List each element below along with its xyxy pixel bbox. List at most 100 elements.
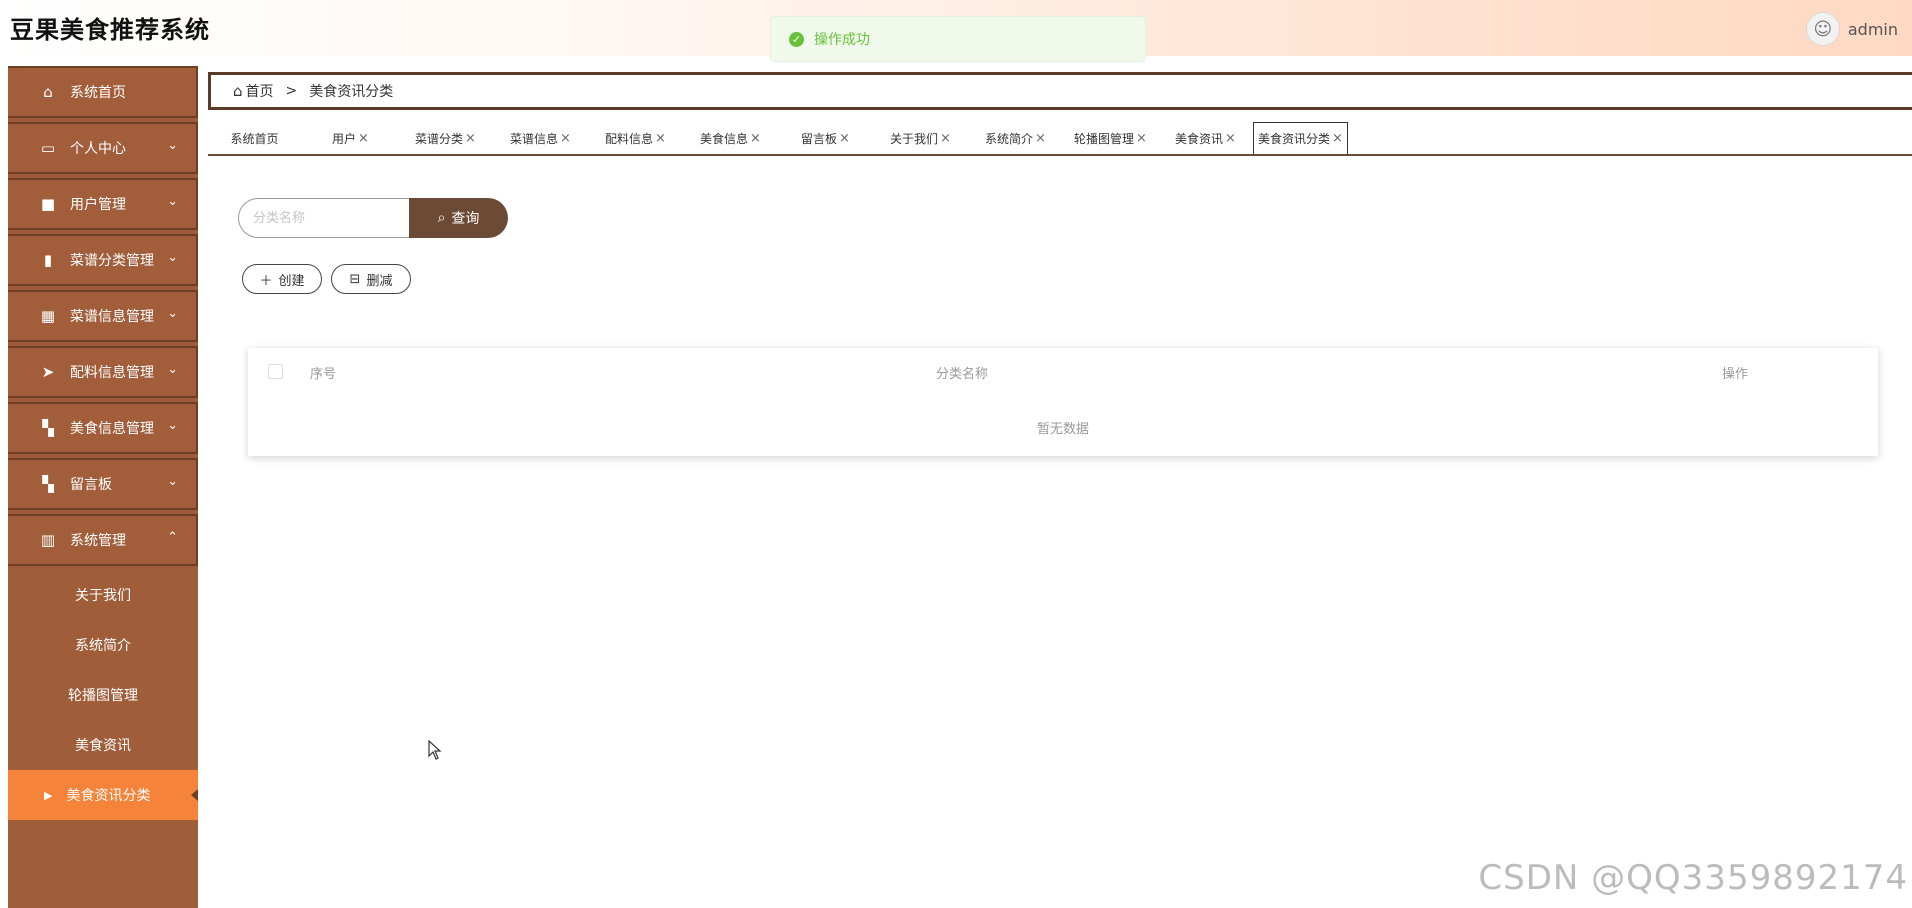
home-icon[interactable]: ⌂: [233, 82, 243, 100]
close-icon[interactable]: ×: [1035, 131, 1046, 146]
plus-icon: ＋: [259, 273, 273, 289]
sidebar-item-user-management[interactable]: ■ 用户管理 ⌄: [8, 178, 198, 230]
tab-carousel[interactable]: 轮播图管理 ×: [1063, 122, 1158, 154]
breadcrumb-current: 美食资讯分类: [309, 84, 394, 100]
search-button-label: 查询: [451, 211, 480, 227]
close-icon[interactable]: ×: [465, 131, 476, 146]
send-icon: ➤: [41, 363, 55, 381]
sidebar-item-message-board[interactable]: ▚ 留言板 ⌄: [8, 458, 198, 510]
close-icon[interactable]: ×: [1136, 131, 1147, 146]
sidebar-item-home[interactable]: ⌂ 系统首页: [8, 66, 198, 118]
sidebar-subitem-food-news-category[interactable]: ▶ 美食资讯分类: [8, 770, 198, 820]
column-header-index: 序号: [310, 367, 337, 382]
sidebar-subitem-label: 美食资讯分类: [66, 788, 151, 804]
tab-label: 用户: [332, 131, 357, 146]
chevron-up-icon: ⌃: [167, 530, 178, 545]
close-icon[interactable]: ×: [1225, 131, 1236, 146]
tab-label: 菜谱信息: [510, 131, 559, 146]
close-icon[interactable]: ×: [1332, 131, 1343, 146]
table-icon: ▦: [40, 307, 56, 325]
tab-system-home[interactable]: 系统首页: [208, 122, 303, 154]
close-icon[interactable]: ×: [750, 131, 761, 146]
sidebar-item-recipe-category[interactable]: ▮ 菜谱分类管理 ⌄: [8, 234, 198, 286]
tab-food-news[interactable]: 美食资讯 ×: [1158, 122, 1253, 154]
tab-food-news-category[interactable]: 美食资讯分类 ×: [1253, 122, 1348, 154]
chevron-down-icon: ⌄: [167, 138, 178, 153]
create-button[interactable]: ＋ 创建: [242, 264, 322, 294]
sidebar-subitem-system-intro[interactable]: 系统简介: [8, 620, 198, 670]
watermark: CSDN @QQ3359892174: [1478, 858, 1908, 898]
sidebar-item-label: 配料信息管理: [70, 365, 154, 381]
sidebar-item-recipe-info[interactable]: ▦ 菜谱信息管理 ⌄: [8, 290, 198, 342]
table-empty-text: 暂无数据: [1036, 422, 1089, 437]
tab-recipe-info[interactable]: 菜谱信息 ×: [493, 122, 588, 154]
briefcase-icon: ■: [40, 195, 56, 213]
tab-user[interactable]: 用户 ×: [303, 122, 398, 154]
delete-button[interactable]: ⊟ 删减: [331, 264, 411, 294]
close-icon[interactable]: ×: [940, 131, 951, 146]
create-button-label: 创建: [278, 273, 305, 289]
sidebar-item-personal-center[interactable]: ▭ 个人中心 ⌄: [8, 122, 198, 174]
username[interactable]: admin: [1848, 20, 1898, 39]
clipboard-icon: ▮: [43, 251, 53, 269]
sidebar-item-label: 菜谱分类管理: [70, 253, 154, 269]
category-name-search-input[interactable]: [238, 198, 409, 238]
sidebar-item-label: 美食信息管理: [70, 421, 154, 437]
caret-right-icon: ▶: [44, 788, 53, 802]
active-indicator: [191, 789, 198, 801]
sidebar-item-label: 系统首页: [70, 85, 126, 101]
tab-label: 美食资讯: [1175, 131, 1224, 146]
toast-message: 操作成功: [814, 32, 870, 48]
close-icon[interactable]: ×: [560, 131, 571, 146]
chevron-down-icon: ⌄: [167, 474, 178, 489]
close-icon[interactable]: ×: [655, 131, 666, 146]
search-icon: ⌕: [437, 210, 446, 226]
tab-label: 关于我们: [890, 131, 939, 146]
search-button[interactable]: ⌕ 查询: [409, 198, 508, 238]
sidebar-item-label: 菜谱信息管理: [70, 309, 154, 325]
tab-label: 留言板: [801, 131, 838, 146]
chevron-down-icon: ⌄: [167, 194, 178, 209]
app-title: 豆果美食推荐系统: [10, 16, 210, 44]
tab-recipe-category[interactable]: 菜谱分类 ×: [398, 122, 493, 154]
check-circle-icon: ✓: [789, 31, 804, 47]
tab-message-board[interactable]: 留言板 ×: [778, 122, 873, 154]
column-header-category-name: 分类名称: [936, 367, 989, 382]
home-icon: ⌂: [43, 83, 53, 101]
sidebar-item-label: 系统管理: [70, 533, 126, 549]
sidebar-item-ingredient-info[interactable]: ➤ 配料信息管理 ⌄: [8, 346, 198, 398]
column-header-action: 操作: [1721, 367, 1748, 382]
sidebar-subitem-food-news[interactable]: 美食资讯: [8, 720, 198, 770]
user-menu[interactable]: ☺ admin: [1805, 12, 1898, 46]
tab-food-info[interactable]: 美食信息 ×: [683, 122, 778, 154]
tab-label: 配料信息: [605, 131, 654, 146]
user-avatar-icon[interactable]: ☺: [1805, 12, 1840, 46]
sidebar-item-label: 用户管理: [70, 197, 126, 213]
tabs-bar: 系统首页 用户 × 菜谱分类 × 菜谱信息 × 配料信息 × 美食信息 × 留言板 × 关于…: [208, 122, 1912, 156]
tab-ingredient-info[interactable]: 配料信息 ×: [588, 122, 683, 154]
sidebar-subitem-carousel[interactable]: 轮播图管理: [8, 670, 198, 720]
tab-label: 轮播图管理: [1074, 131, 1135, 146]
tab-label: 菜谱分类: [415, 131, 464, 146]
card-icon: ▭: [40, 139, 56, 157]
chevron-down-icon: ⌄: [167, 250, 178, 265]
sidebar-item-food-info[interactable]: ▚ 美食信息管理 ⌄: [8, 402, 198, 454]
close-icon[interactable]: ×: [358, 131, 369, 146]
bar-chart-icon: ▥: [40, 531, 56, 549]
close-icon[interactable]: ×: [839, 131, 850, 146]
sidebar-subitem-about-us[interactable]: 关于我们: [8, 570, 198, 620]
chevron-down-icon: ⌄: [167, 418, 178, 433]
tab-about-us[interactable]: 关于我们 ×: [873, 122, 968, 154]
breadcrumb-home[interactable]: 首页: [246, 81, 274, 101]
select-all-checkbox[interactable]: [268, 364, 283, 379]
sidebar-item-label: 个人中心: [70, 141, 126, 157]
breadcrumb-separator: >: [285, 83, 298, 99]
chevron-down-icon: ⌄: [167, 362, 178, 377]
sidebar-item-system-management[interactable]: ▥ 系统管理 ⌃: [8, 514, 198, 566]
tab-system-intro[interactable]: 系统简介 ×: [968, 122, 1063, 154]
success-toast: ✓ 操作成功: [770, 16, 1146, 62]
grid-icon: ▚: [42, 419, 54, 437]
tab-label: 美食资讯分类: [1258, 132, 1331, 146]
chevron-down-icon: ⌄: [167, 306, 178, 321]
mouse-cursor-icon: [428, 740, 442, 760]
